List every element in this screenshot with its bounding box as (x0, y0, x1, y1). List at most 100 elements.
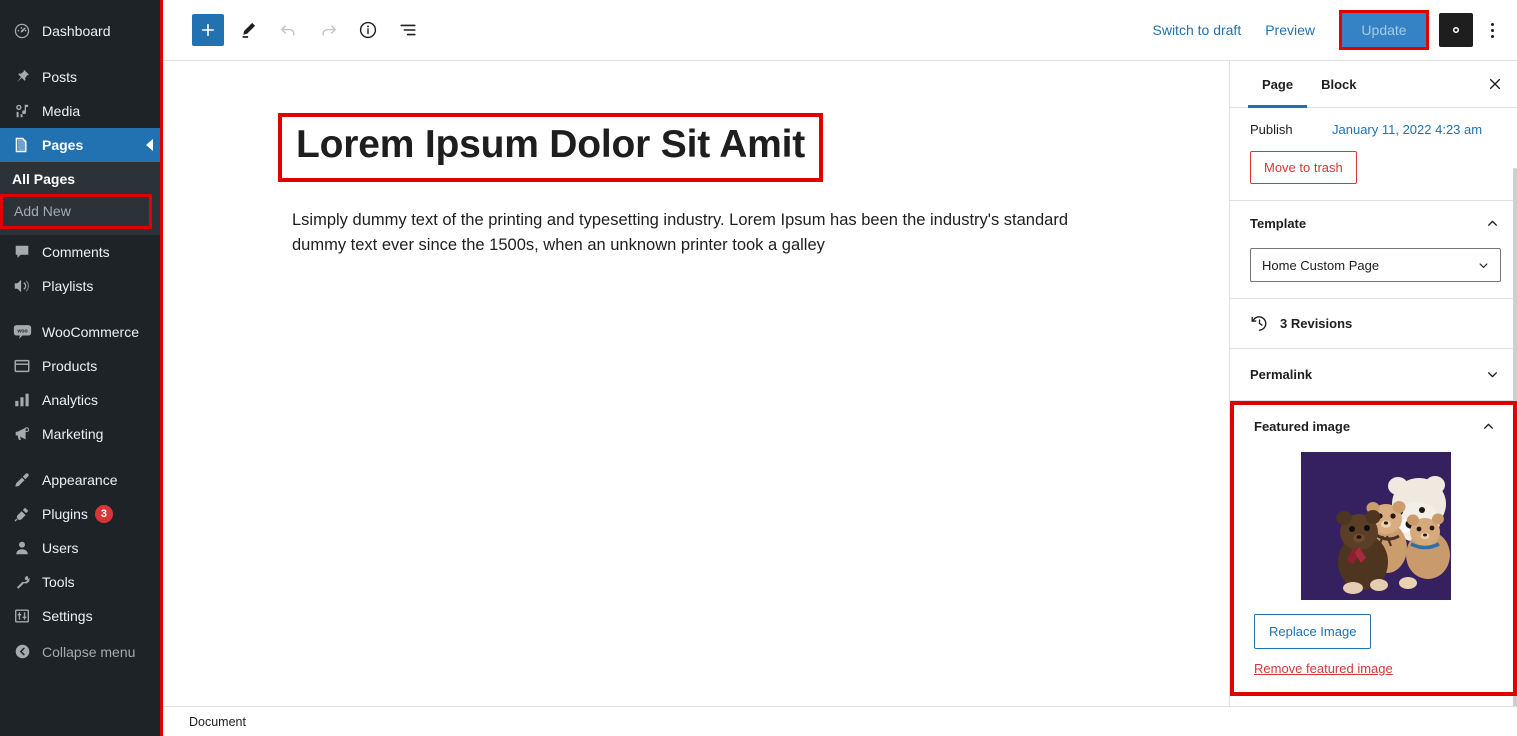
add-block-button[interactable] (192, 14, 224, 46)
sidebar-item-label: Playlists (42, 277, 94, 294)
revisions-clock-icon (1250, 314, 1269, 333)
sidebar-item-analytics[interactable]: Analytics (0, 383, 160, 417)
sidebar-item-comments[interactable]: Comments (0, 235, 160, 269)
comment-icon (11, 242, 33, 262)
sidebar-divider-3 (0, 451, 160, 463)
paintbrush-icon (11, 470, 33, 490)
update-button[interactable]: Update (1342, 13, 1426, 47)
editor-footer: Document (163, 706, 1517, 736)
sidebar-item-label: WooCommerce (42, 323, 139, 340)
user-icon (11, 538, 33, 558)
editor-canvas[interactable]: Lorem Ipsum Dolor Sit Amit Lsimply dummy… (163, 61, 1229, 706)
sidebar-item-label: Media (42, 103, 81, 119)
wordpress-editor-app: Dashboard Posts Media Pages All Pages Ad… (0, 0, 1517, 736)
breadcrumb[interactable]: Document (189, 715, 246, 729)
sidebar-divider-1 (0, 48, 160, 60)
publish-date-link[interactable]: January 11, 2022 4:23 am (1332, 122, 1482, 137)
sidebar-item-products[interactable]: Products (0, 349, 160, 383)
submenu-item-all-pages[interactable]: All Pages (0, 164, 160, 194)
publish-panel: Publish January 11, 2022 4:23 am Move to… (1230, 108, 1517, 201)
svg-text:woo: woo (16, 328, 27, 334)
megaphone-icon (11, 424, 33, 444)
paragraph-block[interactable]: Lsimply dummy text of the printing and t… (278, 208, 1118, 258)
sidebar-item-marketing[interactable]: Marketing (0, 417, 160, 451)
sidebar-divider-2 (0, 303, 160, 315)
sidebar-item-media[interactable]: Media (0, 94, 160, 128)
post-title-highlight: Lorem Ipsum Dolor Sit Amit (278, 113, 824, 182)
wrench-icon (11, 572, 33, 592)
template-title: Template (1250, 216, 1307, 231)
kebab-dot (1490, 28, 1494, 32)
sidebar-item-appearance[interactable]: Appearance (0, 463, 160, 497)
sidebar-item-woocommerce[interactable]: woo WooCommerce (0, 315, 160, 349)
featured-image-thumbnail[interactable] (1300, 452, 1451, 600)
sidebar-item-label: Dashboard (42, 23, 111, 39)
publish-label: Publish (1250, 122, 1293, 137)
sliders-icon (11, 606, 33, 626)
move-to-trash-button[interactable]: Move to trash (1250, 151, 1357, 184)
featured-image-thumbnail-wrap (1254, 452, 1497, 600)
settings-gear-icon[interactable] (1439, 13, 1473, 47)
details-info-button[interactable] (352, 14, 384, 46)
page-title[interactable]: Lorem Ipsum Dolor Sit Amit (296, 123, 805, 168)
collapse-icon (11, 642, 33, 662)
kebab-dot (1490, 34, 1494, 38)
sidebar-item-users[interactable]: Users (0, 531, 160, 565)
sidebar-top-spacer (0, 0, 160, 14)
inspector-scroll-area: Publish January 11, 2022 4:23 am Move to… (1230, 108, 1517, 706)
close-icon[interactable] (1477, 61, 1513, 107)
chevron-down-icon (1484, 366, 1501, 383)
teddy-bears-image (1300, 452, 1451, 600)
revisions-label: 3 Revisions (1280, 316, 1353, 331)
sidebar-item-tools[interactable]: Tools (0, 565, 160, 599)
sidebar-item-plugins[interactable]: Plugins 3 (0, 497, 160, 531)
template-panel-header[interactable]: Template (1250, 215, 1501, 232)
pages-icon (11, 135, 33, 155)
dashboard-icon (11, 21, 33, 41)
template-panel: Template Home Custom Page (1230, 201, 1517, 299)
more-options-icon[interactable] (1477, 13, 1507, 47)
submenu-item-add-new[interactable]: Add New (0, 194, 152, 229)
remove-featured-image-link[interactable]: Remove featured image (1254, 661, 1393, 676)
sidebar-item-label: Settings (42, 607, 93, 624)
edit-tools-button[interactable] (232, 14, 264, 46)
editor-body: Lorem Ipsum Dolor Sit Amit Lsimply dummy… (163, 61, 1517, 706)
sidebar-item-pages[interactable]: Pages (0, 128, 160, 162)
pin-icon (11, 67, 33, 87)
chevron-left-icon (146, 139, 153, 151)
featured-image-panel-header[interactable]: Featured image (1254, 418, 1497, 435)
redo-button[interactable] (312, 14, 344, 46)
revisions-row[interactable]: 3 Revisions (1230, 299, 1517, 349)
plug-icon (11, 504, 33, 524)
tab-block[interactable]: Block (1307, 61, 1370, 107)
publish-row: Publish January 11, 2022 4:23 am (1250, 122, 1501, 137)
speaker-icon (11, 276, 33, 296)
sidebar-item-posts[interactable]: Posts (0, 60, 160, 94)
featured-image-panel: Featured image Replace Image Remove feat… (1234, 405, 1513, 692)
sidebar-item-label: Tools (42, 573, 75, 590)
editor-header-tools (192, 14, 424, 46)
media-icon (11, 101, 33, 121)
pages-submenu: All Pages Add New (0, 162, 160, 235)
admin-sidebar: Dashboard Posts Media Pages All Pages Ad… (0, 0, 160, 736)
list-view-button[interactable] (392, 14, 424, 46)
sidebar-item-label: Products (42, 357, 98, 374)
editor-header: Switch to draft Preview Update (163, 0, 1517, 61)
permalink-panel-header[interactable]: Permalink (1250, 366, 1501, 383)
undo-button[interactable] (272, 14, 304, 46)
replace-image-button[interactable]: Replace Image (1254, 614, 1372, 649)
chevron-up-icon (1484, 215, 1501, 232)
featured-image-title: Featured image (1254, 419, 1351, 434)
switch-to-draft-button[interactable]: Switch to draft (1141, 16, 1254, 44)
sidebar-item-collapse-menu[interactable]: Collapse menu (0, 635, 160, 669)
sidebar-item-label: Analytics (42, 391, 99, 408)
preview-button[interactable]: Preview (1253, 16, 1327, 44)
editor-content: Lorem Ipsum Dolor Sit Amit Lsimply dummy… (278, 113, 1178, 258)
sidebar-item-dashboard[interactable]: Dashboard (0, 14, 160, 48)
tab-page[interactable]: Page (1248, 61, 1308, 108)
sidebar-item-settings[interactable]: Settings (0, 599, 160, 633)
permalink-title: Permalink (1250, 367, 1313, 382)
sidebar-item-label: Appearance (42, 471, 118, 488)
sidebar-item-playlists[interactable]: Playlists (0, 269, 160, 303)
template-select[interactable]: Home Custom Page (1250, 248, 1501, 282)
